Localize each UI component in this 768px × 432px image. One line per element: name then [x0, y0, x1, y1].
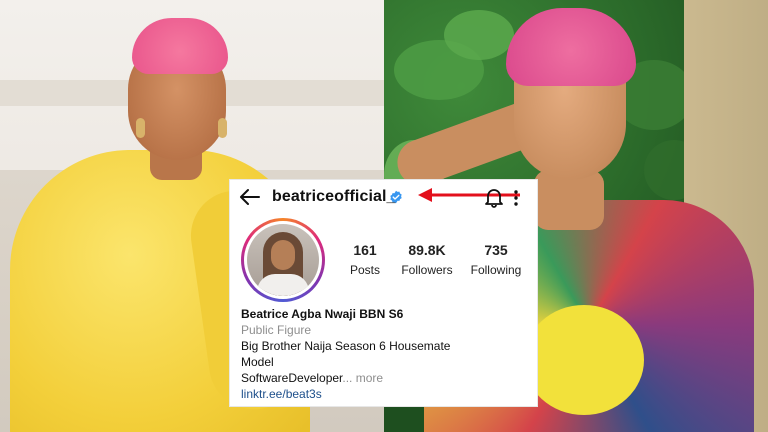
avatar-top: [257, 274, 309, 296]
followers-label: Followers: [401, 263, 453, 277]
bio-line-truncated: SoftwareDeveloper... more: [241, 370, 531, 386]
red-arrow-icon: [418, 188, 520, 202]
following-count: 735: [484, 242, 508, 258]
bio-line: SoftwareDeveloper: [241, 371, 343, 385]
following-label: Following: [470, 263, 522, 277]
pink-hair: [506, 8, 636, 86]
tweety-print: [524, 305, 644, 415]
posts-count: 161: [353, 242, 377, 258]
avatar[interactable]: [241, 218, 325, 302]
profile-stats: 161 Posts 89.8K Followers 735 Following: [336, 242, 526, 282]
username: beatriceofficial_: [272, 188, 396, 205]
verified-badge-icon: [390, 190, 402, 204]
bio-link[interactable]: linktr.ee/beat3s: [241, 386, 531, 402]
avatar-border: [244, 221, 322, 299]
earring: [218, 118, 227, 138]
posts-stat[interactable]: 161 Posts: [340, 242, 390, 277]
more-vertical-icon[interactable]: [510, 187, 522, 209]
posts-label: Posts: [349, 263, 380, 277]
bell-icon[interactable]: [484, 186, 504, 208]
profile-bio: Beatrice Agba Nwaji BBN S6 Public Figure…: [241, 306, 531, 402]
followers-stat[interactable]: 89.8K Followers: [392, 242, 462, 277]
profile-category: Public Figure: [241, 323, 312, 337]
followers-count: 89.8K: [408, 242, 446, 258]
avatar-face: [271, 240, 295, 270]
avatar-photo: [247, 224, 319, 296]
bio-ellipsis: ...: [342, 371, 353, 385]
following-stat[interactable]: 735 Following: [466, 242, 526, 277]
bio-line: Model: [241, 355, 274, 369]
profile-header: beatriceofficial_: [230, 180, 537, 214]
arrow-left-icon[interactable]: [238, 185, 262, 209]
instagram-profile-card: beatriceofficial_ 161 Posts 89.8K Follow…: [230, 180, 537, 406]
leaf: [444, 10, 514, 60]
pink-hair: [132, 18, 228, 74]
bio-line: Big Brother Naija Season 6 Housemate: [241, 339, 451, 353]
profile-name: Beatrice Agba Nwaji BBN S6: [241, 307, 404, 321]
earring: [136, 118, 145, 138]
more-button[interactable]: more: [356, 371, 383, 385]
